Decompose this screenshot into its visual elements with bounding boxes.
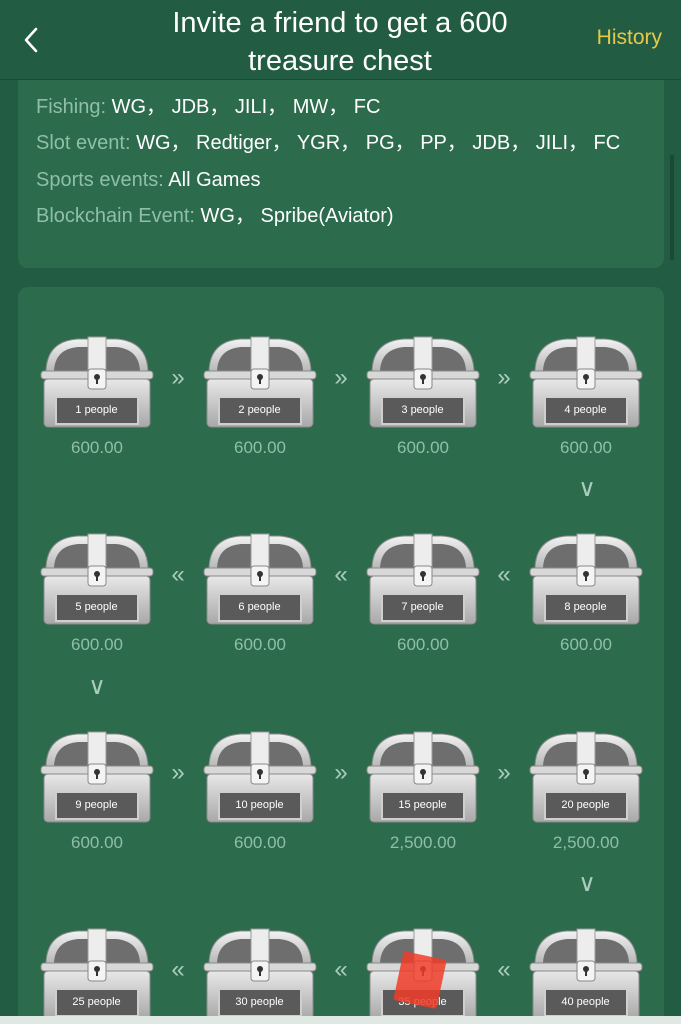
- arrow-down-icon: ∨: [578, 870, 596, 897]
- arrow-right-icon: »: [171, 364, 185, 391]
- chest-panel: 1 people 600.00 2 people 600.00 3 people…: [18, 287, 664, 1024]
- treasure-chest[interactable]: 6 people: [201, 530, 319, 630]
- bottom-bar: [0, 1016, 681, 1024]
- treasure-chest[interactable]: 2 people: [201, 333, 319, 433]
- scrollbar-thumb[interactable]: [670, 155, 674, 260]
- chest-people-label: 3 people: [401, 404, 444, 416]
- arrow-right-icon: »: [334, 759, 348, 786]
- rule-line: Slot event: WG， Redtiger， YGR， PG， PP， J…: [36, 125, 656, 162]
- chest-people-label: 30 people: [235, 996, 284, 1008]
- treasure-chest[interactable]: 25 people: [38, 925, 156, 1024]
- chest-people-label: 2 people: [238, 404, 281, 416]
- chest-amount: 600.00: [397, 635, 449, 654]
- chest-amount: 600.00: [397, 438, 449, 457]
- page-title-line-1: Invite a friend to get a 600: [172, 7, 508, 39]
- rule-line: Fishing: WG， JDB， JILI， MW， FC: [36, 89, 656, 126]
- arrow-right-icon: »: [497, 364, 511, 391]
- arrow-left-icon: «: [497, 561, 511, 588]
- treasure-chest[interactable]: 1 people: [38, 333, 156, 433]
- chest-amount: 600.00: [234, 635, 286, 654]
- chest-amount: 600.00: [71, 635, 123, 654]
- treasure-chest[interactable]: 5 people: [38, 530, 156, 630]
- chest-people-label: 9 people: [75, 799, 118, 811]
- chest-amount: 600.00: [71, 833, 123, 852]
- chest-people-label: 8 people: [564, 601, 607, 613]
- treasure-chest[interactable]: 10 people: [201, 728, 319, 828]
- treasure-chest[interactable]: 30 people: [201, 925, 319, 1024]
- rule-providers: WG， Redtiger， YGR， PG， PP， JDB， JILI， FC: [136, 132, 621, 154]
- history-link[interactable]: History: [597, 26, 662, 50]
- chest-people-label: 4 people: [564, 404, 607, 416]
- arrow-left-icon: «: [497, 956, 511, 983]
- treasure-chest[interactable]: 20 people: [527, 728, 645, 828]
- rule-category: Sports events:: [36, 168, 169, 191]
- arrow-down-icon: ∨: [578, 475, 596, 502]
- chest-people-label: 5 people: [75, 601, 118, 613]
- treasure-chest[interactable]: 9 people: [38, 728, 156, 828]
- treasure-chest[interactable]: 4 people: [527, 333, 645, 433]
- header-bar: Invite a friend to get a 600 treasure ch…: [0, 0, 681, 80]
- chest-people-label: 6 people: [238, 601, 281, 613]
- treasure-chest[interactable]: 40 people: [527, 925, 645, 1024]
- arrow-left-icon: «: [334, 956, 348, 983]
- arrow-left-icon: «: [334, 561, 348, 588]
- rule-providers: All Games: [168, 168, 261, 191]
- back-button[interactable]: [14, 22, 48, 58]
- chest-amount: 600.00: [234, 833, 286, 852]
- chest-amount: 600.00: [71, 438, 123, 457]
- rule-line: Blockchain Event: WG， Spribe(Aviator): [36, 198, 656, 235]
- chest-people-label: 40 people: [561, 996, 610, 1008]
- page-title: Invite a friend to get a 600 treasure ch…: [100, 4, 580, 80]
- arrow-left-icon: «: [171, 561, 185, 588]
- arrow-right-icon: »: [497, 759, 511, 786]
- treasure-chest[interactable]: 15 people: [364, 728, 482, 828]
- treasure-chest[interactable]: 7 people: [364, 530, 482, 630]
- arrow-right-icon: »: [334, 364, 348, 391]
- treasure-chest[interactable]: 3 people: [364, 333, 482, 433]
- rule-category: Blockchain Event:: [36, 205, 201, 227]
- chest-people-label: 10 people: [235, 799, 284, 811]
- chest-people-label: 20 people: [561, 799, 610, 811]
- arrow-down-icon: ∨: [88, 673, 106, 700]
- chest-people-label: 15 people: [398, 799, 447, 811]
- rules-card: Card Game Event: MG， WGFishing: WG， JDB，…: [18, 62, 664, 268]
- chevron-left-icon: [24, 27, 38, 53]
- chest-amount: 600.00: [560, 438, 612, 457]
- arrow-left-icon: «: [171, 956, 185, 983]
- rule-providers: WG， Spribe(Aviator): [200, 205, 394, 227]
- chest-amount: 2,500.00: [389, 833, 457, 852]
- arrow-right-icon: »: [171, 759, 185, 786]
- chest-people-label: 25 people: [72, 996, 121, 1008]
- rule-providers: WG， JDB， JILI， MW， FC: [111, 95, 381, 118]
- rule-category: Fishing:: [36, 95, 112, 118]
- chest-amount: 2,500.00: [552, 833, 620, 852]
- chest-people-label: 7 people: [401, 601, 444, 613]
- chest-people-label: 1 people: [75, 404, 118, 416]
- page-title-line-2: treasure chest: [248, 45, 432, 77]
- rule-line: Sports events: All Games: [36, 162, 656, 199]
- rule-category: Slot event:: [36, 132, 137, 154]
- treasure-chest[interactable]: 8 people: [527, 530, 645, 630]
- chest-amount: 600.00: [560, 635, 612, 654]
- rules-list: Card Game Event: MG， WGFishing: WG， JDB，…: [36, 62, 656, 235]
- chest-amount: 600.00: [234, 438, 286, 457]
